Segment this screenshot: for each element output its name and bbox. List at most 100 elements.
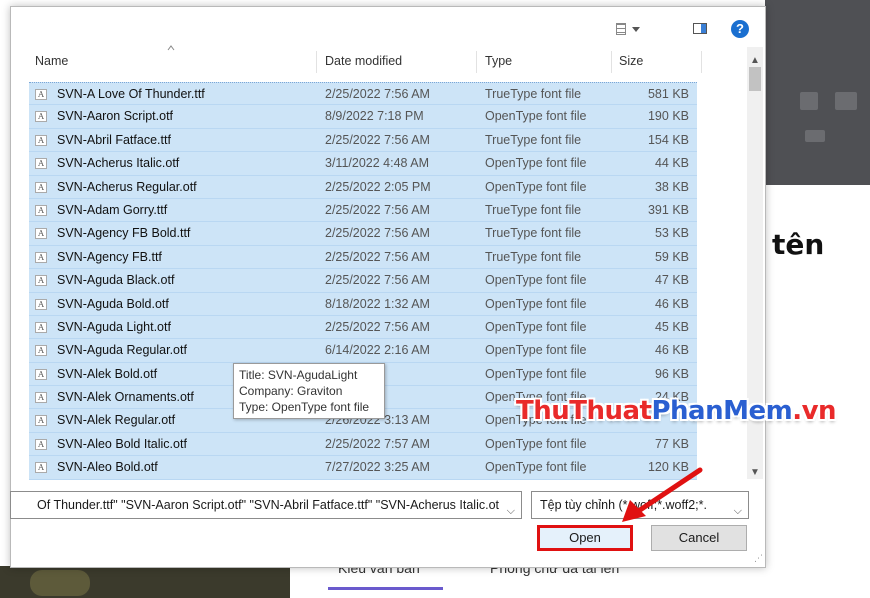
file-name-value: Of Thunder.ttf" "SVN-Aaron Script.otf" "… [37, 498, 499, 512]
active-tab-indicator [328, 587, 443, 590]
file-type: OpenType font file [485, 436, 587, 451]
file-type: TrueType font file [485, 202, 582, 217]
file-row[interactable]: A SVN-Acherus Regular.otf 2/25/2022 2:05 P… [29, 175, 697, 199]
scroll-up-icon[interactable]: ▲ [750, 55, 760, 66]
font-file-icon: A [35, 345, 47, 357]
sort-ascending-icon [167, 45, 175, 51]
file-name-input[interactable]: Of Thunder.ttf" "SVN-Aaron Script.otf" "… [10, 491, 522, 519]
file-type: OpenType font file [485, 343, 587, 358]
file-date-modified: 2/25/2022 7:56 AM [325, 132, 430, 147]
file-size: 45 KB [654, 319, 689, 334]
file-size: 96 KB [654, 366, 689, 381]
chevron-down-icon [632, 26, 640, 32]
file-name: SVN-Alek Regular.otf [57, 413, 176, 428]
scrollbar-thumb[interactable] [749, 67, 761, 91]
file-row[interactable]: A SVN-Acherus Italic.otf 3/11/2022 4:48 AM… [29, 152, 697, 176]
file-row[interactable]: A SVN-Agency FB Bold.ttf 2/25/2022 7:56 AM… [29, 222, 697, 246]
help-icon[interactable]: ? [731, 20, 749, 38]
file-size: 154 KB [647, 132, 689, 147]
font-file-icon: A [35, 158, 47, 170]
file-name: SVN-Aguda Black.otf [57, 273, 175, 288]
change-view-button[interactable] [616, 21, 650, 37]
chevron-down-icon[interactable]: ⌵ [507, 498, 515, 518]
file-name: SVN-A Love Of Thunder.ttf [57, 87, 205, 101]
file-date-modified: 2/25/2022 7:56 AM [325, 273, 430, 288]
file-date-modified: 2/25/2022 7:57 AM [325, 436, 430, 451]
dialog-toolbar: ? [11, 7, 765, 47]
font-file-icon: A [35, 251, 47, 263]
tooltip-title: Title: SVN-AgudaLight [239, 368, 358, 382]
file-row[interactable]: A SVN-Aleo Bold.otf 7/27/2022 3:25 AM OpenT… [29, 456, 697, 480]
file-date-modified: 2/25/2022 7:56 AM [325, 226, 430, 241]
font-file-icon: A [35, 275, 47, 287]
file-type: OpenType font file [485, 296, 587, 311]
font-file-icon: A [35, 321, 47, 333]
column-header-name[interactable]: Name [35, 54, 68, 68]
file-info-tooltip: Title: SVN-AgudaLight Company: Graviton … [233, 363, 385, 419]
view-details-icon [616, 23, 626, 35]
file-date-modified: 2/25/2022 7:56 AM [325, 202, 430, 217]
font-file-icon: A [35, 298, 47, 310]
column-header-date[interactable]: Date modified [325, 54, 402, 68]
file-row[interactable]: A SVN-Aguda Bold.otf 8/18/2022 1:32 AM Open… [29, 292, 697, 316]
file-name: SVN-Aleo Bold Italic.otf [57, 436, 187, 451]
file-size: 47 KB [654, 273, 689, 288]
chevron-down-icon[interactable]: ⌵ [734, 498, 742, 518]
file-row[interactable]: A SVN-Aaron Script.otf 8/9/2022 7:18 PM Ope… [29, 105, 697, 129]
file-row[interactable]: A SVN-Adam Gorry.ttf 2/25/2022 7:56 AM True… [29, 198, 697, 223]
file-size: 77 KB [654, 436, 689, 451]
file-type: OpenType font file [485, 156, 587, 171]
font-file-icon: A [35, 134, 47, 146]
font-file-icon: A [35, 111, 47, 123]
file-size: 53 KB [654, 226, 689, 241]
column-headers: Name Date modified Type Size [11, 45, 747, 75]
file-name: SVN-Aaron Script.otf [57, 109, 174, 124]
font-file-icon: A [35, 368, 47, 380]
file-row[interactable]: A SVN-Aguda Light.otf 2/25/2022 7:56 AM Ope… [29, 315, 697, 340]
scroll-down-icon[interactable]: ▼ [750, 467, 760, 478]
file-type: OpenType font file [485, 179, 587, 194]
file-size: 46 KB [654, 343, 689, 358]
file-date-modified: 2/25/2022 2:05 PM [325, 179, 431, 194]
file-row[interactable]: A SVN-Abril Fatface.ttf 2/25/2022 7:56 AM T… [29, 128, 697, 153]
font-file-icon: A [35, 438, 47, 450]
file-date-modified: 8/9/2022 7:18 PM [325, 109, 424, 124]
file-name: SVN-Abril Fatface.ttf [57, 132, 171, 147]
column-header-size[interactable]: Size [619, 54, 643, 68]
file-date-modified: 2/25/2022 7:56 AM [325, 249, 430, 264]
resize-grip-icon[interactable]: ⋰ [754, 553, 763, 564]
red-arrow-annotation [622, 467, 703, 522]
file-size: 581 KB [647, 87, 689, 101]
file-size: 46 KB [654, 296, 689, 311]
file-name: SVN-Acherus Regular.otf [57, 179, 197, 194]
file-row[interactable]: A SVN-Agency FB.ttf 2/25/2022 7:56 AM TrueT… [29, 245, 697, 270]
watermark-logo: ThuThuatPhanMem.vn [516, 396, 837, 426]
file-date-modified: 7/27/2022 3:25 AM [325, 460, 430, 475]
file-name: SVN-Adam Gorry.ttf [57, 202, 168, 217]
file-size: 190 KB [647, 109, 689, 124]
file-type: OpenType font file [485, 273, 587, 288]
file-size: 44 KB [654, 156, 689, 171]
file-row[interactable]: A SVN-Aguda Regular.otf 6/14/2022 2:16 AM O… [29, 339, 697, 363]
font-file-icon: A [35, 181, 47, 193]
file-size: 59 KB [654, 249, 689, 264]
file-date-modified: 8/18/2022 1:32 AM [325, 296, 430, 311]
file-type: OpenType font file [485, 109, 587, 124]
file-name: SVN-Alek Ornaments.otf [57, 390, 194, 405]
font-file-icon: A [35, 228, 47, 240]
file-date-modified: 2/25/2022 7:56 AM [325, 87, 430, 101]
file-row[interactable]: A SVN-A Love Of Thunder.ttf 2/25/2022 7:56… [29, 82, 697, 106]
file-name: SVN-Aguda Bold.otf [57, 296, 169, 311]
file-date-modified: 2/25/2022 7:56 AM [325, 319, 430, 334]
file-size: 38 KB [654, 179, 689, 194]
file-type: OpenType font file [485, 366, 587, 381]
file-name: SVN-Agency FB Bold.ttf [57, 226, 191, 241]
background-toolbar [765, 0, 870, 185]
column-header-type[interactable]: Type [485, 54, 512, 68]
file-type: TrueType font file [485, 132, 582, 147]
file-row[interactable]: A SVN-Aguda Black.otf 2/25/2022 7:56 AM Ope… [29, 269, 697, 293]
preview-pane-icon[interactable] [693, 23, 707, 34]
font-file-icon: A [35, 415, 47, 427]
tooltip-company: Company: Graviton [239, 384, 343, 398]
file-row[interactable]: A SVN-Aleo Bold Italic.otf 2/25/2022 7:57 … [29, 432, 697, 457]
